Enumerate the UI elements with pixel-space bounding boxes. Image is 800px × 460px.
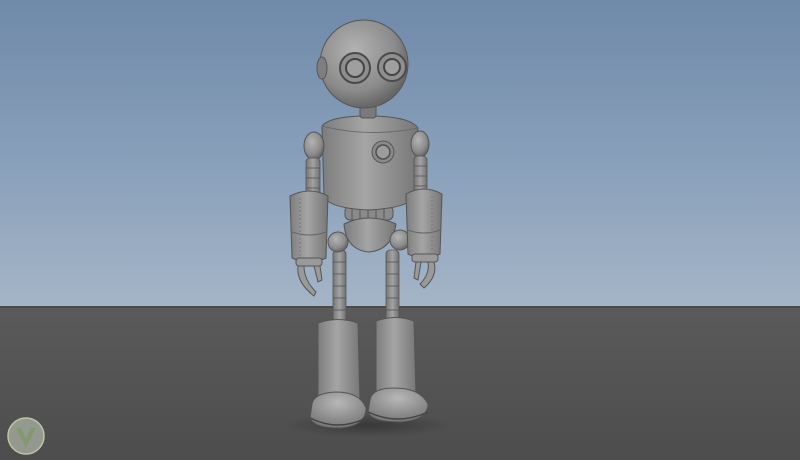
robot-model[interactable] (0, 0, 800, 460)
right-boot (367, 317, 429, 423)
right-leg (385, 249, 400, 323)
model-shadow (283, 413, 453, 437)
right-hand (411, 253, 439, 289)
head (316, 19, 409, 109)
left-boot (309, 319, 367, 429)
left-hand (295, 257, 323, 297)
left-leg (332, 249, 347, 323)
right-forearm (405, 188, 443, 259)
pelvis (327, 205, 411, 253)
v-shield-logo-icon (7, 417, 45, 455)
left-shoulder (303, 131, 325, 161)
right-shoulder (410, 130, 430, 158)
torso (321, 115, 419, 211)
3d-viewport[interactable] (0, 0, 800, 460)
left-forearm (289, 190, 329, 263)
